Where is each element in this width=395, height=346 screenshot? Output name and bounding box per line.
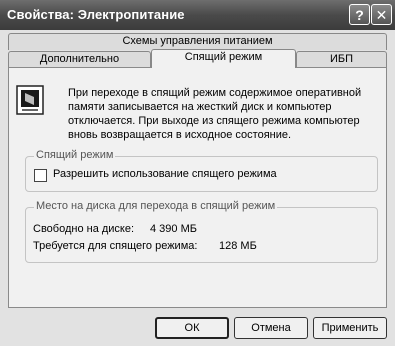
enable-hibernation-label[interactable]: Разрешить использование спящего режима	[53, 168, 277, 180]
required-space-label: Требуется для спящего режима:	[33, 240, 198, 252]
disk-space-group-title: Место на диска для перехода в спящий реж…	[34, 200, 278, 212]
cancel-button[interactable]: Отмена	[234, 317, 308, 339]
tab-hibernate[interactable]: Спящий режим	[151, 49, 296, 68]
tab-advanced[interactable]: Дополнительно	[8, 51, 151, 67]
hibernate-description: При переходе в спящий режим содержимое о…	[68, 87, 362, 141]
tab-ups[interactable]: ИБП	[296, 51, 387, 67]
apply-button[interactable]: Применить	[313, 317, 387, 339]
ok-button[interactable]: ОК	[155, 317, 229, 339]
free-space-label: Свободно на диске:	[33, 223, 135, 235]
title-bar[interactable]: Свойства: Электропитание ? ✕	[0, 0, 395, 30]
hibernate-monitor-icon	[16, 85, 44, 115]
help-button[interactable]: ?	[349, 4, 370, 25]
close-button[interactable]: ✕	[371, 4, 392, 25]
window-title: Свойства: Электропитание	[7, 7, 185, 22]
enable-hibernation-checkbox[interactable]	[34, 169, 47, 182]
free-space-value: 4 390 МБ	[150, 223, 197, 235]
tab-power-schemes[interactable]: Схемы управления питанием	[8, 33, 387, 50]
power-properties-dialog: Свойства: Электропитание ? ✕ Схемы управ…	[0, 0, 395, 346]
disk-space-groupbox: Место на диска для перехода в спящий реж…	[25, 200, 378, 263]
required-space-value: 128 МБ	[219, 240, 257, 252]
hibernate-group-title: Спящий режим	[34, 149, 116, 161]
